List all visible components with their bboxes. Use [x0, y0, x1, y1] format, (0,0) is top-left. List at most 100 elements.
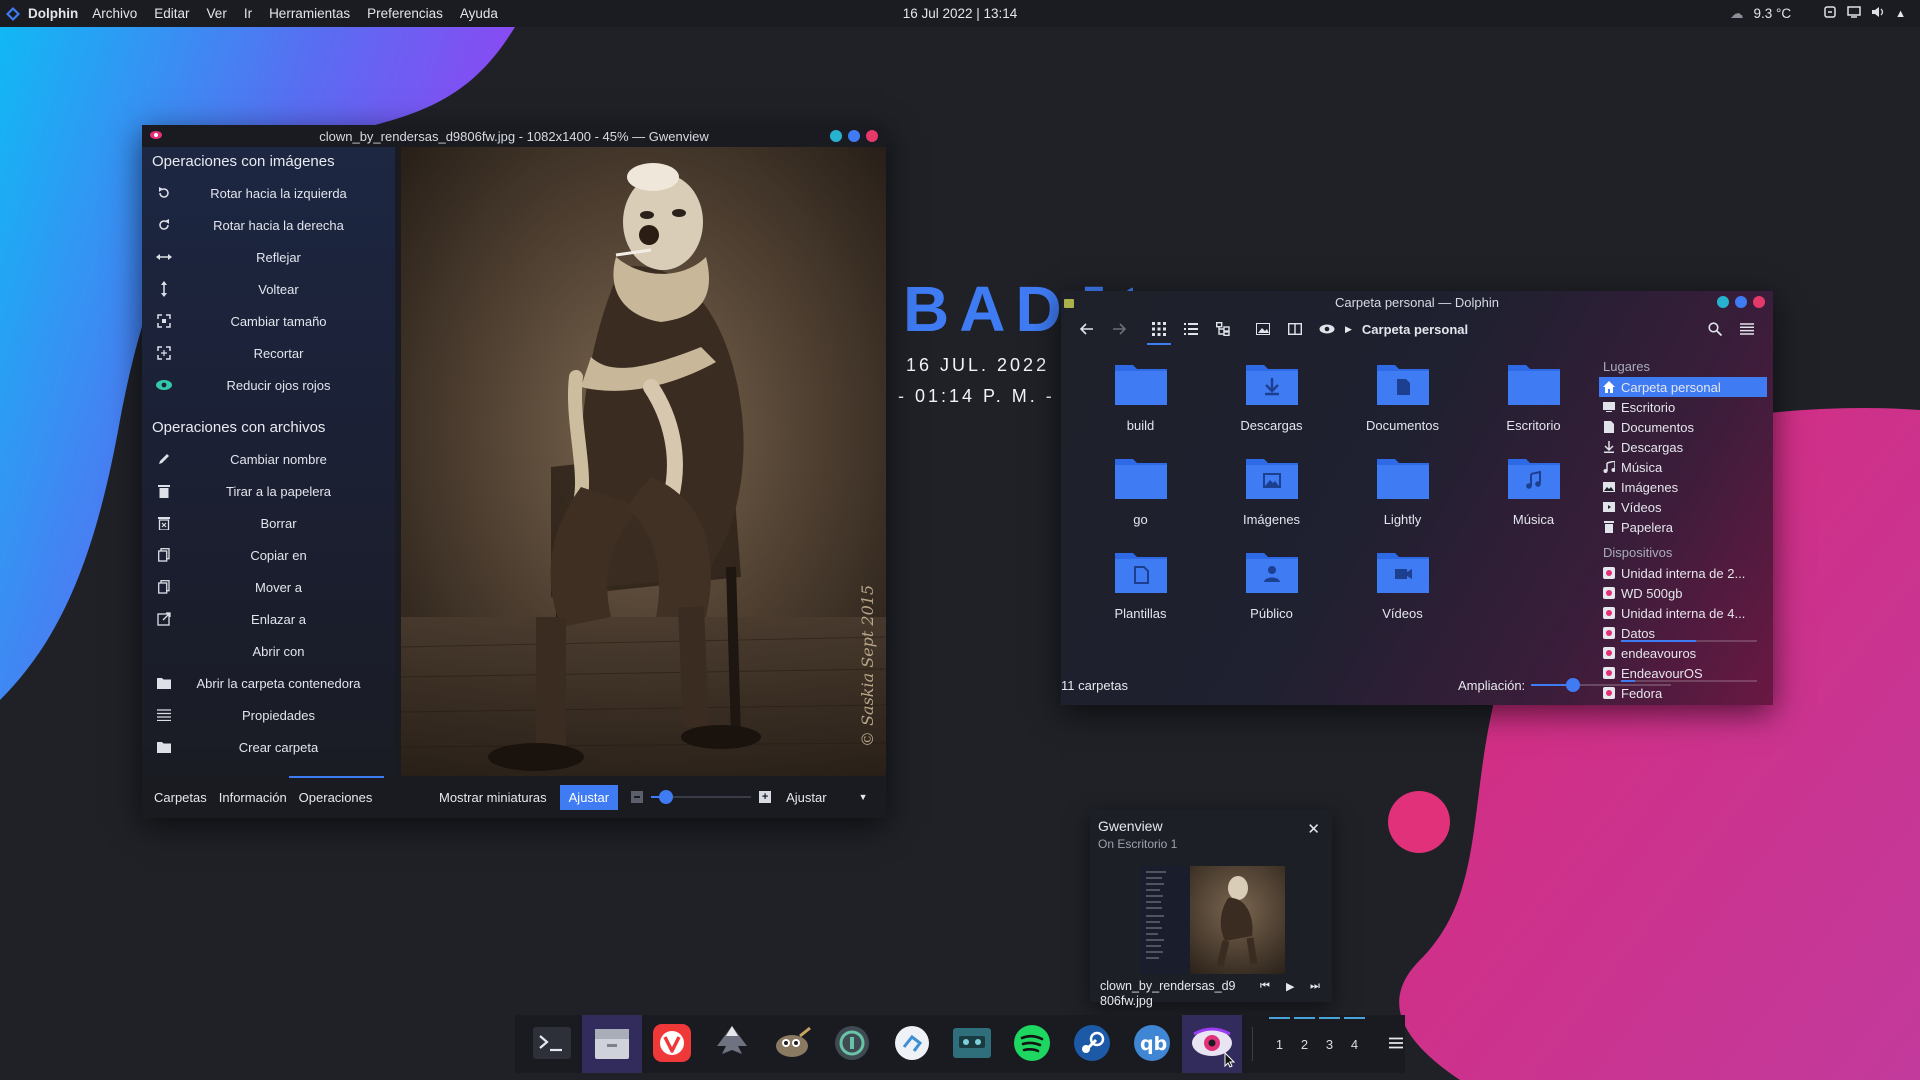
device-item[interactable]: Unidad interna de 2... — [1593, 563, 1773, 583]
search-icon[interactable] — [1699, 315, 1731, 343]
folder-item[interactable]: Descargas — [1206, 361, 1337, 449]
folder-item[interactable]: Plantillas — [1075, 549, 1206, 637]
menu-ayuda[interactable]: Ayuda — [460, 6, 498, 21]
folder-item[interactable]: Público — [1206, 549, 1337, 637]
dolphin-zoom-slider[interactable] — [1531, 678, 1672, 692]
show-thumbnails-button[interactable]: Mostrar miniaturas — [439, 790, 547, 805]
op-rotate-right[interactable]: Rotar hacia la derecha — [142, 209, 395, 241]
maximize-button[interactable] — [1735, 296, 1747, 308]
next-track-icon[interactable]: ⏭ — [1310, 980, 1320, 993]
dock-cassette[interactable] — [942, 1015, 1002, 1073]
gwenview-titlebar[interactable]: clown_by_rendersas_d9806fw.jpg - 1082x14… — [142, 125, 886, 147]
zoom-slider[interactable] — [651, 790, 752, 804]
dock-gwenview[interactable] — [1182, 1015, 1242, 1073]
show-hidden-button[interactable] — [1311, 315, 1343, 343]
minimize-button[interactable] — [830, 130, 842, 142]
tab-carpetas[interactable]: Carpetas — [148, 790, 213, 805]
op-open-with[interactable]: Abrir con — [142, 635, 395, 667]
menu-preferencias[interactable]: Preferencias — [367, 6, 443, 21]
op-trash[interactable]: Tirar a la papelera — [142, 475, 395, 507]
device-item[interactable]: Datos — [1593, 623, 1773, 643]
op-resize[interactable]: Cambiar tamaño — [142, 305, 395, 337]
folder-item[interactable]: Vídeos — [1337, 549, 1468, 637]
fit-button[interactable]: Ajustar — [559, 784, 619, 810]
dolphin-titlebar[interactable]: Carpeta personal — Dolphin — [1061, 291, 1773, 313]
icons-view-button[interactable] — [1143, 315, 1175, 345]
folder-item[interactable]: Imágenes — [1206, 455, 1337, 543]
place-home[interactable]: Carpeta personal — [1599, 377, 1767, 397]
dock-gimp[interactable] — [762, 1015, 822, 1073]
datetime-label[interactable]: 16 Jul 2022 | 13:14 — [903, 6, 1018, 21]
dock-inkscape[interactable] — [702, 1015, 762, 1073]
op-crop[interactable]: Recortar — [142, 337, 395, 369]
maximize-button[interactable] — [848, 130, 860, 142]
menu-ver[interactable]: Ver — [207, 6, 227, 21]
hamburger-menu-icon[interactable] — [1731, 315, 1763, 343]
device-item[interactable]: endeavouros — [1593, 643, 1773, 663]
dock-terminal[interactable] — [522, 1015, 582, 1073]
device-item[interactable]: Unidad interna de 4... — [1593, 603, 1773, 623]
previous-track-icon[interactable]: ⏮ — [1260, 980, 1270, 993]
close-button[interactable] — [1753, 296, 1765, 308]
place-desktop[interactable]: Escritorio — [1593, 397, 1773, 417]
dock-steam[interactable] — [1062, 1015, 1122, 1073]
volume-icon[interactable] — [1871, 5, 1885, 22]
op-red-eye[interactable]: Reducir ojos rojos — [142, 369, 395, 401]
dock-spotify[interactable] — [1002, 1015, 1062, 1073]
display-icon[interactable] — [1847, 5, 1861, 22]
place-pictures[interactable]: Imágenes — [1593, 477, 1773, 497]
minimize-button[interactable] — [1717, 296, 1729, 308]
forward-button[interactable] — [1103, 315, 1135, 343]
op-move[interactable]: Mover a — [142, 571, 395, 603]
image-viewer[interactable]: © Saskia Sept 2015 — [401, 147, 886, 776]
window-thumbnail[interactable] — [1140, 866, 1285, 974]
op-link[interactable]: Enlazar a — [142, 603, 395, 635]
folder-item[interactable]: Música — [1468, 455, 1599, 543]
close-button[interactable] — [866, 130, 878, 142]
zoom-in-icon[interactable]: + — [759, 791, 772, 803]
chevron-down-icon[interactable]: ▼ — [859, 792, 868, 802]
play-icon[interactable]: ▶ — [1286, 980, 1294, 993]
folder-item[interactable]: Escritorio — [1468, 361, 1599, 449]
op-rotate-left[interactable]: Rotar hacia la izquierda — [142, 177, 395, 209]
breadcrumb-arrow-icon[interactable]: ▶ — [1345, 324, 1352, 335]
dock-kde-connect[interactable] — [882, 1015, 942, 1073]
kde-logo-icon[interactable] — [6, 6, 20, 21]
op-mirror[interactable]: Reflejar — [142, 241, 395, 273]
menu-editar[interactable]: Editar — [154, 6, 189, 21]
op-properties[interactable]: Propiedades — [142, 699, 395, 731]
op-rename[interactable]: Cambiar nombre — [142, 443, 395, 475]
desktop-4[interactable]: 4 — [1342, 1016, 1367, 1052]
temperature-label[interactable]: 9.3 °C — [1753, 6, 1791, 21]
zoom-out-icon[interactable] — [631, 791, 644, 803]
split-view-button[interactable] — [1279, 315, 1311, 343]
folder-item[interactable]: build — [1075, 361, 1206, 449]
op-create-folder[interactable]: Crear carpeta — [142, 731, 395, 763]
dock-file-manager[interactable] — [582, 1015, 642, 1073]
desktop-1[interactable]: 1 — [1267, 1016, 1292, 1052]
place-videos[interactable]: Vídeos — [1593, 497, 1773, 517]
tray-expand-icon[interactable]: ▲ — [1895, 8, 1906, 20]
app-menu-icon[interactable] — [1389, 1037, 1403, 1052]
folder-item[interactable]: Documentos — [1337, 361, 1468, 449]
desktop-3[interactable]: 3 — [1317, 1016, 1342, 1052]
tree-view-button[interactable] — [1207, 315, 1239, 343]
menu-ir[interactable]: Ir — [244, 6, 252, 21]
op-flip[interactable]: Voltear — [142, 273, 395, 305]
place-trash[interactable]: Papelera — [1593, 517, 1773, 537]
updates-icon[interactable] — [1823, 5, 1837, 22]
place-downloads[interactable]: Descargas — [1593, 437, 1773, 457]
details-view-button[interactable] — [1175, 315, 1207, 343]
close-icon[interactable]: ✕ — [1307, 820, 1320, 838]
dock-qbittorrent[interactable]: qb — [1122, 1015, 1182, 1073]
preview-button[interactable] — [1247, 315, 1279, 343]
tab-operaciones[interactable]: Operaciones — [288, 775, 385, 805]
weather-icon[interactable]: ☁ — [1730, 6, 1744, 22]
folder-item[interactable]: go — [1075, 455, 1206, 543]
breadcrumb[interactable]: Carpeta personal — [1362, 322, 1468, 337]
desktop-2[interactable]: 2 — [1292, 1016, 1317, 1052]
back-button[interactable] — [1071, 315, 1103, 343]
place-music[interactable]: Música — [1593, 457, 1773, 477]
op-delete[interactable]: Borrar — [142, 507, 395, 539]
menu-herramientas[interactable]: Herramientas — [269, 6, 350, 21]
